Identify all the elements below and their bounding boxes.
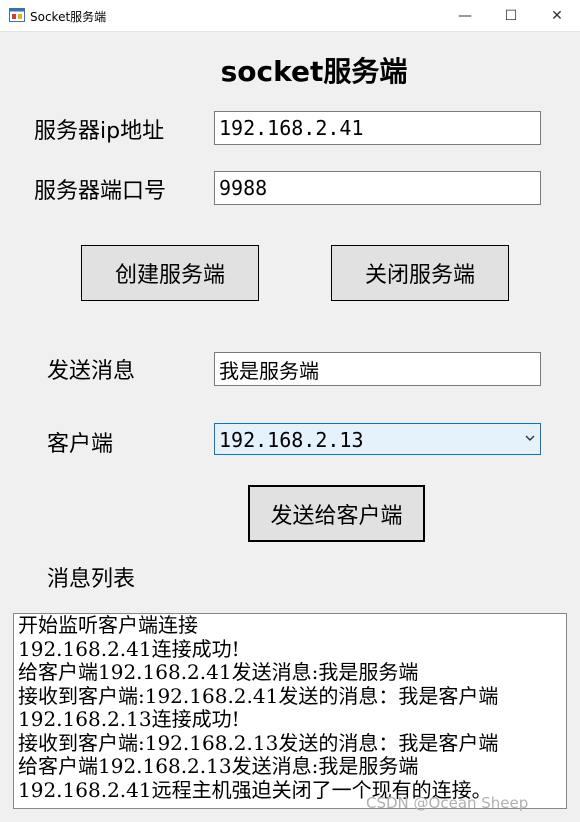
watermark: CSDN @Ocean Sheep	[366, 794, 529, 812]
server-ip-label: 服务器ip地址	[34, 119, 165, 144]
send-message-label: 发送消息	[47, 359, 136, 384]
client-label: 客户端	[47, 432, 114, 457]
maximize-button[interactable]: ☐	[488, 0, 534, 31]
list-item: 192.168.2.13连接成功!	[18, 707, 240, 731]
list-item: 给客户端192.168.2.41发送消息:我是服务端	[18, 660, 419, 684]
message-list[interactable]: 开始监听客户端连接 192.168.2.41连接成功! 给客户端192.168.…	[13, 613, 567, 809]
list-item: 192.168.2.41连接成功!	[18, 636, 240, 661]
minimize-button[interactable]: —	[442, 0, 488, 31]
title-bar: Socket服务端 — ☐ ✕	[0, 0, 580, 32]
create-server-button[interactable]: 创建服务端	[81, 245, 259, 301]
list-item: 给客户端192.168.2.13发送消息:我是服务端	[18, 754, 419, 778]
close-button[interactable]: ✕	[534, 0, 580, 31]
client-select-value: 192.168.2.13	[219, 428, 364, 452]
chevron-down-icon	[525, 435, 535, 441]
send-to-client-button[interactable]: 发送给客户端	[248, 485, 425, 542]
app-window-icon	[9, 8, 25, 22]
list-item: 接收到客户端:192.168.2.13发送的消息：我是客户端	[18, 730, 499, 755]
list-item: 开始监听客户端连接	[18, 613, 198, 637]
server-ip-input[interactable]	[214, 111, 541, 145]
close-server-button[interactable]: 关闭服务端	[331, 245, 509, 301]
page-title: socket服务端	[220, 55, 408, 88]
client-select[interactable]: 192.168.2.13	[214, 423, 541, 455]
server-port-label: 服务器端口号	[34, 179, 167, 204]
server-port-input[interactable]	[214, 171, 541, 205]
send-message-input[interactable]	[214, 352, 541, 386]
window-title: Socket服务端	[30, 10, 107, 24]
list-item: 接收到客户端:192.168.2.41发送的消息：我是客户端	[18, 683, 499, 708]
message-list-label: 消息列表	[47, 567, 136, 592]
